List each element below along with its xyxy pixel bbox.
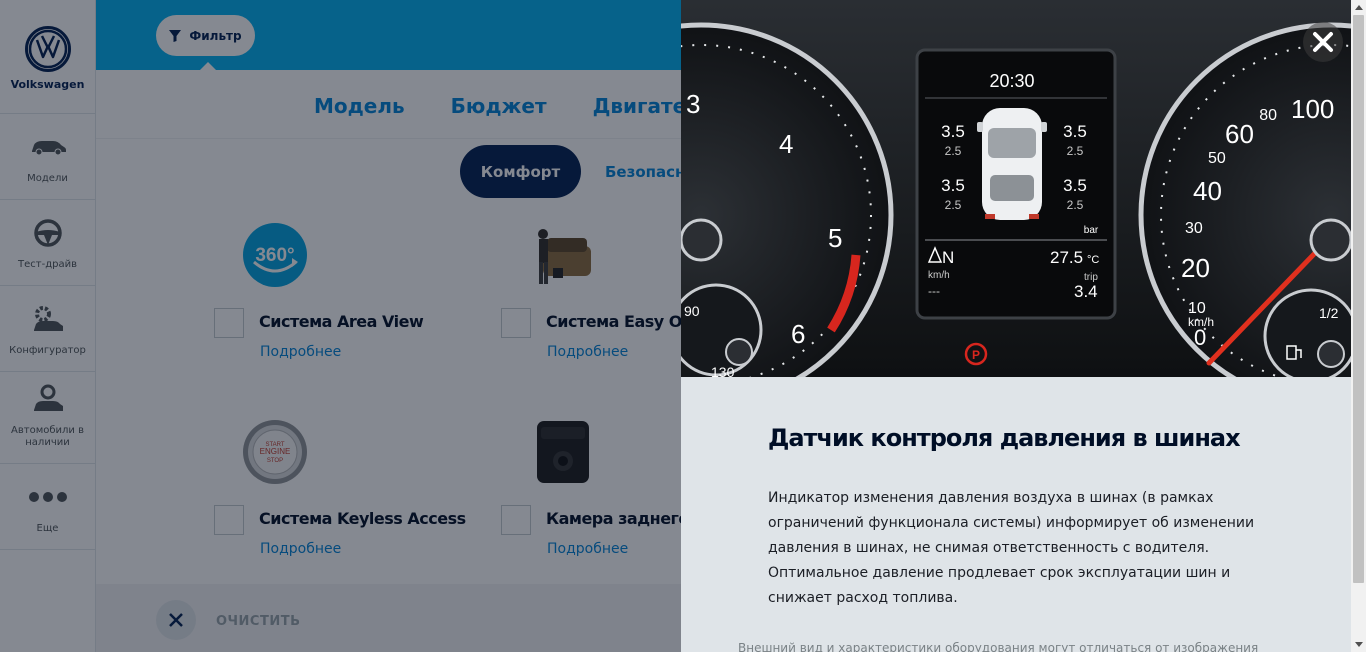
tach-number: 6 xyxy=(791,319,805,349)
tire-pressure-rr: 3.5 xyxy=(1063,176,1087,195)
compass-heading: N xyxy=(942,248,954,267)
page-scrollbar[interactable] xyxy=(1351,0,1366,652)
speed-number: 20 xyxy=(1181,253,1210,283)
panel-title: Датчик контроля давления в шинах xyxy=(768,424,1241,452)
temperature-unit: °C xyxy=(1087,254,1099,266)
clock: 20:30 xyxy=(989,71,1034,91)
feature-detail-panel: 3 4 5 6 90 130 20:30 3.5 2.5 3.5 2.5 3.5… xyxy=(681,0,1351,652)
dial-number: 90 xyxy=(684,303,700,319)
speed-unit: km/h xyxy=(928,270,950,281)
bar-unit: bar xyxy=(1084,225,1099,236)
close-modal-button[interactable] xyxy=(1303,22,1343,62)
fuel-half: 1/2 xyxy=(1319,305,1339,321)
tire-pressure-rl-min: 2.5 xyxy=(945,198,962,212)
speed-number: 40 xyxy=(1193,176,1222,206)
speed-value: --- xyxy=(928,284,940,298)
tach-number: 5 xyxy=(828,223,842,253)
speed-number: 80 xyxy=(1259,107,1277,124)
tire-pressure-fr-min: 2.5 xyxy=(1067,144,1084,158)
scroll-up-arrow-icon[interactable] xyxy=(1351,0,1366,15)
dashboard-photo: 3 4 5 6 90 130 20:30 3.5 2.5 3.5 2.5 3.5… xyxy=(681,0,1351,377)
tire-pressure-fl: 3.5 xyxy=(941,122,965,141)
tire-pressure-rl: 3.5 xyxy=(941,176,965,195)
speed-number: 100 xyxy=(1291,94,1334,124)
tire-pressure-fl-min: 2.5 xyxy=(945,144,962,158)
svg-text:P: P xyxy=(972,348,980,362)
temperature-value: 27.5 xyxy=(1050,248,1083,267)
speed-number-zero: 0 xyxy=(1194,325,1206,350)
scroll-down-arrow-icon[interactable] xyxy=(1351,637,1366,652)
tach-number: 4 xyxy=(779,129,793,159)
car-top-view-icon xyxy=(977,108,1047,220)
speed-number: 30 xyxy=(1185,220,1203,237)
trip-value: 3.4 xyxy=(1074,282,1098,301)
dial-number: 130 xyxy=(711,364,735,377)
scroll-thumb[interactable] xyxy=(1353,15,1364,583)
speed-number: 60 xyxy=(1225,119,1254,149)
tach-number: 3 xyxy=(686,89,700,119)
tire-pressure-fr: 3.5 xyxy=(1063,122,1087,141)
speed-number: 50 xyxy=(1208,150,1226,167)
close-icon xyxy=(1313,32,1333,52)
panel-description: Индикатор изменения давления воздуха в ш… xyxy=(768,490,1255,606)
tire-pressure-rr-min: 2.5 xyxy=(1067,198,1084,212)
panel-disclaimer: Внешний вид и характеристики оборудовани… xyxy=(738,641,1259,652)
